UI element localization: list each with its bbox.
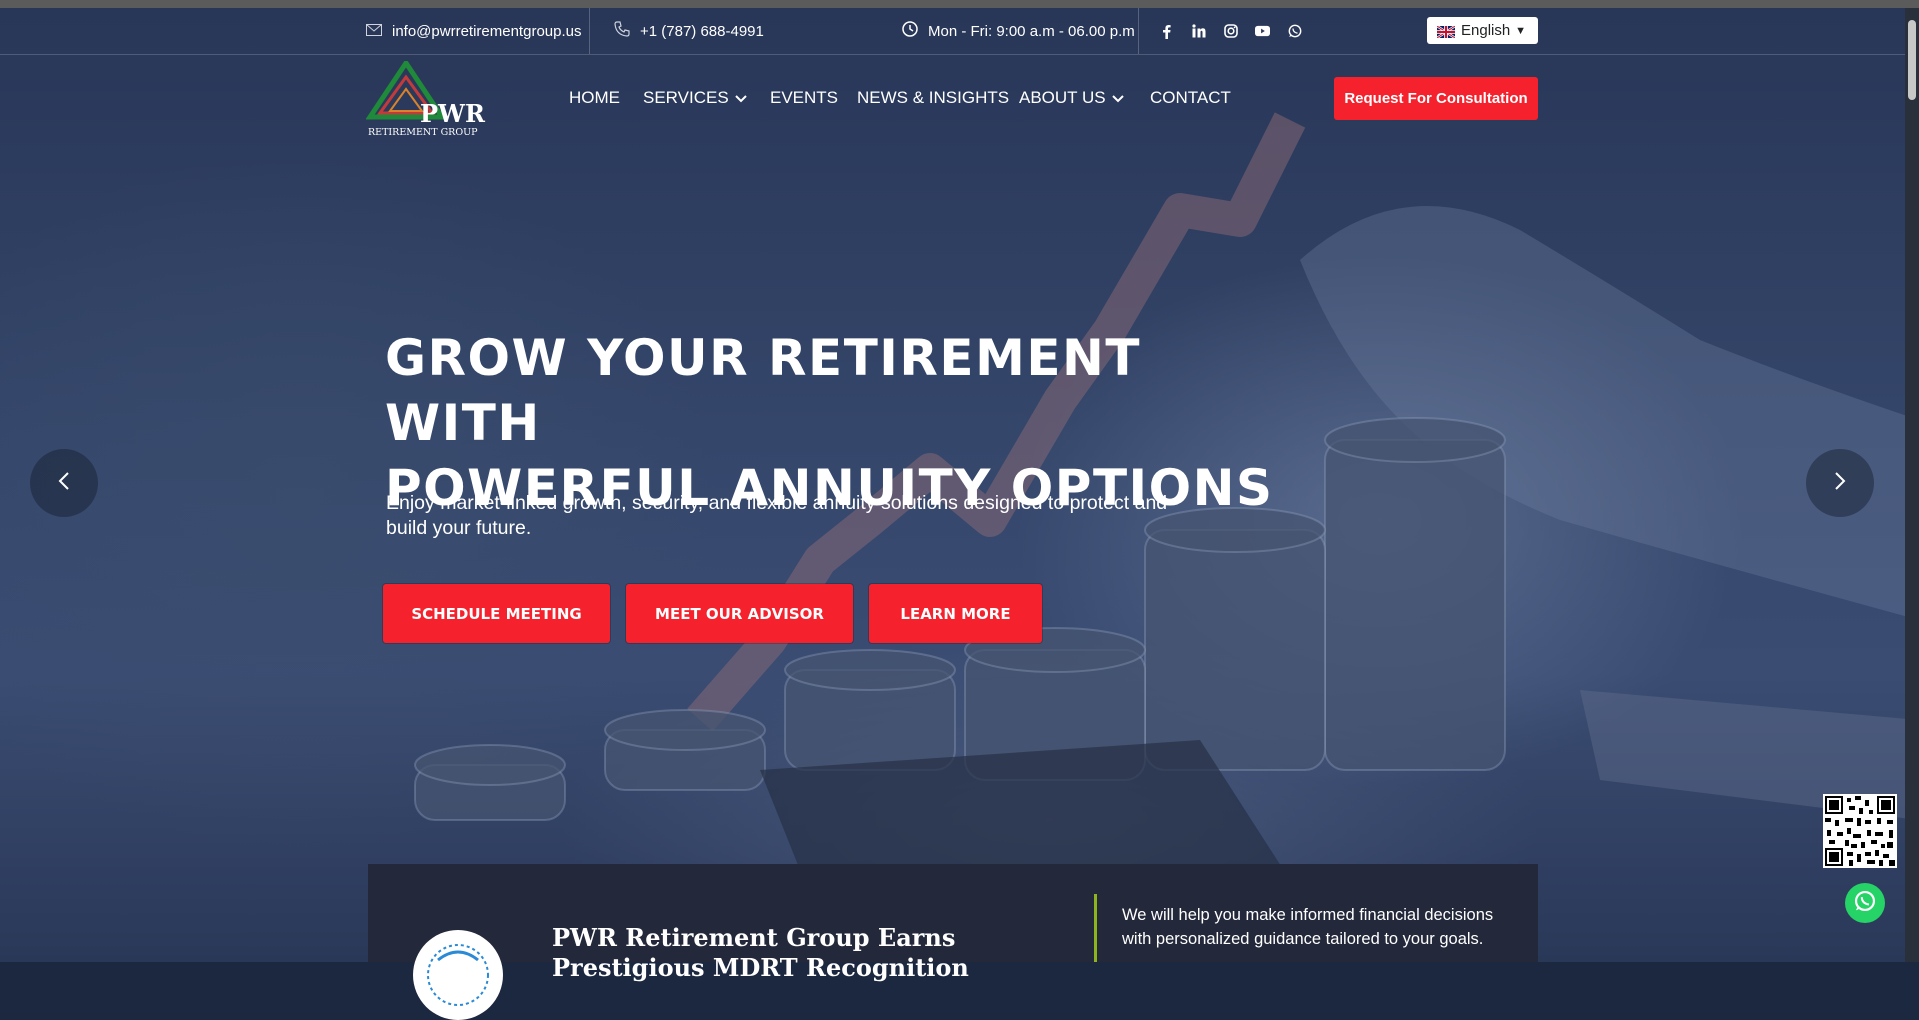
whatsapp-chat-button[interactable] xyxy=(1845,883,1885,923)
nav-home[interactable]: HOME xyxy=(569,76,620,120)
logo-tagline: RETIREMENT GROUP xyxy=(368,127,478,138)
nav-events[interactable]: EVENTS xyxy=(770,76,838,120)
chevron-left-icon xyxy=(58,471,70,496)
nav-news-label: NEWS & INSIGHTS xyxy=(857,88,1010,107)
nav-contact[interactable]: CONTACT xyxy=(1150,76,1231,120)
uk-flag-icon xyxy=(1436,24,1456,39)
meet-our-advisor-button[interactable]: MEET OUR ADVISOR xyxy=(626,584,853,643)
whatsapp-icon[interactable] xyxy=(1287,24,1302,39)
nav-home-label: HOME xyxy=(569,88,620,107)
chevron-down-icon xyxy=(1111,88,1124,108)
logo-brand: PWR xyxy=(420,99,485,128)
linkedin-icon[interactable] xyxy=(1191,24,1206,39)
chevron-right-icon xyxy=(1834,471,1846,496)
news-card-text: We will help you make informed financial… xyxy=(1122,906,1494,948)
clock-icon xyxy=(902,21,918,41)
news-card-title[interactable]: PWR Retirement Group Earns Prestigious M… xyxy=(552,923,1072,983)
nav-services-label: SERVICES xyxy=(643,88,729,107)
site-logo[interactable]: PWR RETIREMENT GROUP xyxy=(365,58,486,141)
phone-icon xyxy=(614,21,630,41)
qr-code-image xyxy=(1823,794,1897,868)
chevron-down-icon xyxy=(734,88,747,108)
dropdown-caret-icon: ▼ xyxy=(1515,24,1526,37)
nav-about-us[interactable]: ABOUT US xyxy=(1019,76,1124,120)
nav-contact-label: CONTACT xyxy=(1150,88,1231,107)
phone-text: +1 (787) 688-4991 xyxy=(640,22,764,40)
nav-about-label: ABOUT US xyxy=(1019,88,1106,107)
hero-title-line-1: GROW YOUR RETIREMENT WITH xyxy=(385,329,1141,452)
top-bar: info@pwrretirementgroup.us +1 (787) 688-… xyxy=(0,8,1919,55)
mdrt-badge-image xyxy=(413,930,503,1020)
carousel-next-button[interactable] xyxy=(1806,449,1874,517)
hours-text: Mon - Fri: 9:00 a.m - 06.00 p.m xyxy=(928,22,1135,40)
card-divider xyxy=(1094,894,1097,962)
business-hours: Mon - Fri: 9:00 a.m - 06.00 p.m xyxy=(902,8,1135,54)
request-consultation-button[interactable]: Request For Consultation xyxy=(1334,77,1538,120)
phone-link[interactable]: +1 (787) 688-4991 xyxy=(614,8,764,54)
whatsapp-icon xyxy=(1854,890,1876,917)
carousel-prev-button[interactable] xyxy=(30,449,98,517)
topbar-divider xyxy=(589,8,590,54)
instagram-icon[interactable] xyxy=(1223,24,1238,39)
hero-subtitle: Enjoy market-linked growth, security, an… xyxy=(386,492,1168,539)
facebook-icon[interactable] xyxy=(1159,24,1174,39)
language-label: English xyxy=(1461,22,1511,39)
page-scrollbar[interactable] xyxy=(1905,8,1919,962)
social-links xyxy=(1159,8,1302,54)
language-selector[interactable]: English ▼ xyxy=(1427,17,1538,44)
youtube-icon[interactable] xyxy=(1255,24,1270,39)
learn-more-button[interactable]: LEARN MORE xyxy=(869,584,1042,643)
schedule-meeting-button[interactable]: SCHEDULE MEETING xyxy=(383,584,610,643)
nav-news-insights[interactable]: NEWS & INSIGHTS xyxy=(857,76,1009,120)
nav-events-label: EVENTS xyxy=(770,88,839,107)
envelope-icon xyxy=(366,23,382,40)
browser-top-strip xyxy=(0,0,1919,8)
nav-services[interactable]: SERVICES xyxy=(643,76,747,120)
scrollbar-thumb[interactable] xyxy=(1908,20,1916,100)
email-link[interactable]: info@pwrretirementgroup.us xyxy=(366,8,581,54)
email-text: info@pwrretirementgroup.us xyxy=(392,22,582,40)
topbar-divider xyxy=(1138,8,1139,54)
